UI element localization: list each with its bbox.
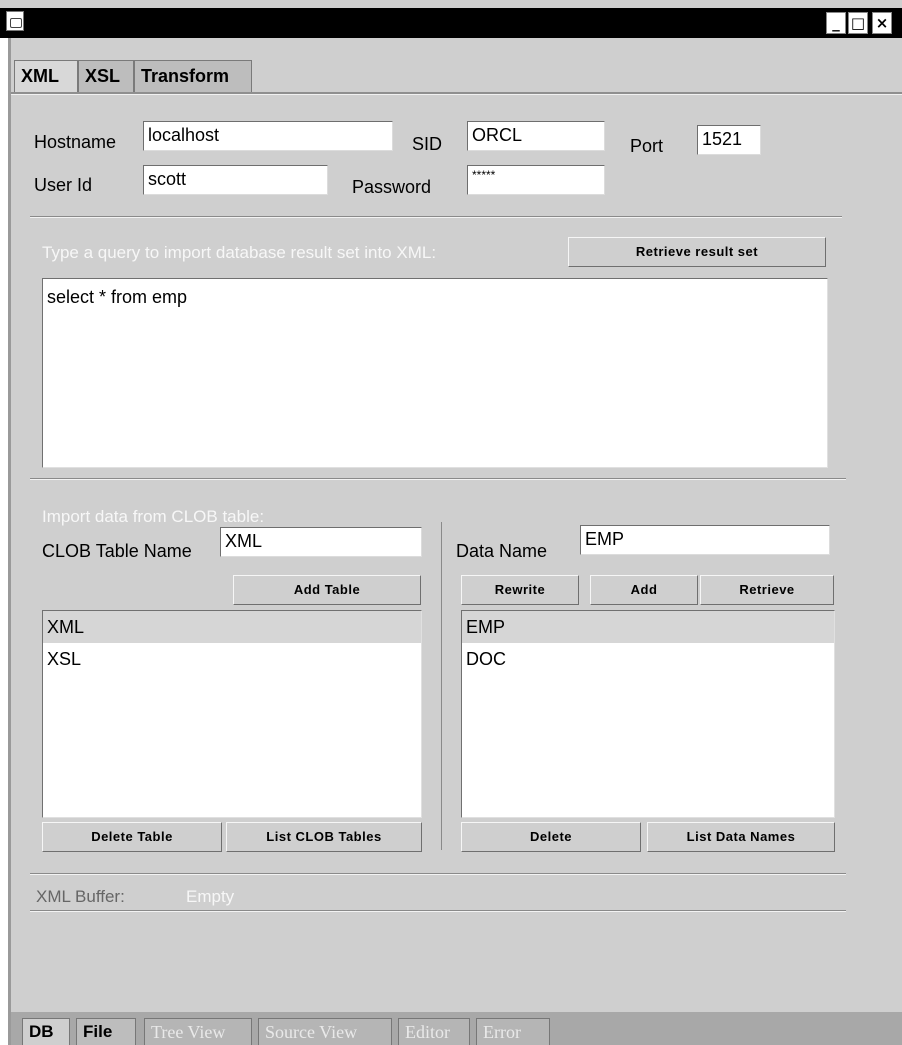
divider-highlight [30,874,846,875]
divider-highlight [30,911,846,912]
title-bar: _ □ × [0,8,902,38]
add-button[interactable]: Add [590,575,698,605]
sid-field[interactable]: ORCL [467,121,605,151]
tab-xml[interactable]: XML [14,60,78,92]
tab-transform[interactable]: Transform [134,60,252,92]
xml-buffer-status: Empty [186,887,235,906]
divider-highlight [30,479,846,480]
tab-xsl[interactable]: XSL [78,60,134,92]
clob-section-label: Import data from CLOB table: [42,507,265,526]
delete-button[interactable]: Delete [461,822,641,852]
close-button[interactable]: × [872,12,892,34]
list-clob-tables-button[interactable]: List CLOB Tables [226,822,422,852]
sid-label: SID [412,134,443,154]
data-name-label: Data Name [456,541,548,561]
userid-field[interactable]: scott [143,165,328,195]
password-field[interactable]: ***** [467,165,605,195]
tab-source-view: Source View [258,1018,392,1045]
minimize-button[interactable]: _ [826,12,846,34]
port-field[interactable]: 1521 [697,125,761,155]
list-item[interactable]: XML [43,611,421,643]
vertical-divider [441,522,442,850]
tab-tree-view: Tree View [144,1018,252,1045]
tab-file[interactable]: File [76,1018,136,1045]
query-textarea[interactable]: select * from emp [42,278,828,468]
password-label: Password [352,177,432,197]
java-cup-icon [6,11,24,31]
window-border [0,38,8,1045]
add-table-button[interactable]: Add Table [233,575,421,605]
list-item[interactable]: XSL [43,643,421,675]
data-name-field[interactable]: EMP [580,525,830,555]
data-names-list[interactable]: EMP DOC [461,610,835,818]
clob-table-name-field[interactable]: XML [220,527,422,557]
hostname-label: Hostname [34,132,117,152]
application-window: _ □ × XML XSL Transform Hostname localho… [0,0,902,1045]
retrieve-result-set-button[interactable]: Retrieve result set [568,237,826,267]
query-prompt-label: Type a query to import database result s… [42,243,437,262]
tab-error: Error [476,1018,550,1045]
delete-table-button[interactable]: Delete Table [42,822,222,852]
divider-highlight [30,217,842,218]
list-item[interactable]: EMP [462,611,834,643]
tab-divider-highlight [11,94,902,95]
list-item[interactable]: DOC [462,643,834,675]
retrieve-button[interactable]: Retrieve [700,575,834,605]
window-border-shadow [8,38,11,1045]
list-data-names-button[interactable]: List Data Names [647,822,835,852]
userid-label: User Id [34,175,93,195]
tab-db[interactable]: DB [22,1018,70,1045]
tab-editor: Editor [398,1018,470,1045]
rewrite-button[interactable]: Rewrite [461,575,579,605]
clob-tables-list[interactable]: XML XSL [42,610,422,818]
clob-table-name-label: CLOB Table Name [42,541,192,561]
port-label: Port [630,136,664,156]
hostname-field[interactable]: localhost [143,121,393,151]
maximize-button[interactable]: □ [848,12,868,34]
xml-buffer-label: XML Buffer: [36,887,125,906]
